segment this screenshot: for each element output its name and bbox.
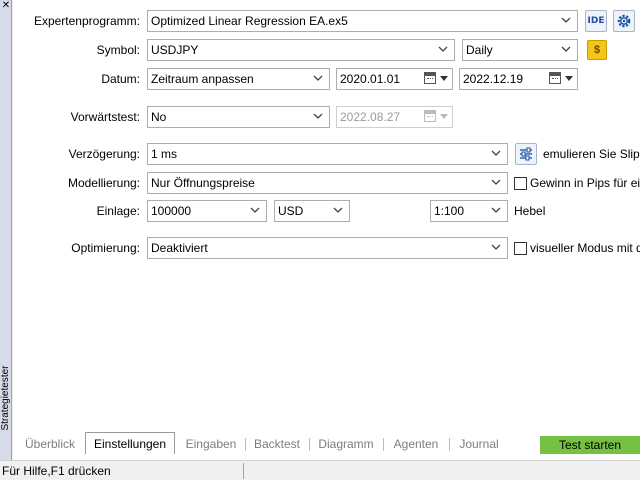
deposit-amount-select[interactable]: 100000: [147, 200, 267, 222]
visual-mode-text: visueller Modus mit der: [530, 241, 640, 255]
tab-settings[interactable]: Einstellungen: [85, 432, 175, 454]
tab-inputs[interactable]: Eingaben: [179, 434, 243, 454]
symbol-label: Symbol:: [96, 43, 140, 57]
tab-separator: [309, 438, 310, 451]
forward-select[interactable]: No: [147, 106, 330, 128]
currency-select[interactable]: USD: [274, 200, 350, 222]
chevron-down-icon: [250, 201, 262, 221]
date-range-value: Zeitraum anpassen: [151, 72, 254, 86]
optimization-select[interactable]: Deaktiviert: [147, 237, 508, 259]
symbol-value: USDJPY: [151, 43, 199, 57]
currency-icon: $: [593, 44, 601, 56]
chevron-down-icon: [491, 238, 503, 258]
date-to-value: 2022.12.19: [463, 72, 524, 86]
leverage-select[interactable]: 1:100: [430, 200, 508, 222]
date-label: Datum:: [101, 72, 140, 86]
dropdown-arrow-icon: [440, 76, 448, 81]
chevron-down-icon: [491, 201, 503, 221]
tab-chart[interactable]: Diagramm: [312, 434, 380, 454]
modeling-select[interactable]: Nur Öffnungspreise: [147, 172, 508, 194]
chevron-down-icon: [491, 144, 503, 164]
deposit-label: Einlage:: [96, 204, 140, 218]
tab-backtest[interactable]: Backtest: [248, 434, 306, 454]
chevron-down-icon: [313, 69, 325, 89]
leverage-value: 1:100: [434, 204, 465, 218]
settings-panel: Expertenprogramm: Optimized Linear Regre…: [13, 0, 640, 460]
date-from-field[interactable]: 2020.01.01: [336, 68, 453, 90]
status-separator: [243, 463, 244, 479]
expert-select[interactable]: Optimized Linear Regression EA.ex5: [147, 10, 578, 32]
tab-journal[interactable]: Journal: [452, 434, 506, 454]
side-panel-title-text: Strategietester: [0, 365, 11, 431]
modeling-label: Modellierung:: [67, 176, 140, 190]
date-to-field[interactable]: 2022.12.19: [459, 68, 578, 90]
forward-date-picker: [424, 109, 450, 125]
delay-select[interactable]: 1 ms: [147, 143, 508, 165]
leverage-label: Hebel: [514, 204, 546, 218]
chevron-down-icon: [313, 107, 325, 127]
date-from-value: 2020.01.01: [340, 72, 401, 86]
sliders-icon: [520, 147, 532, 161]
date-to-picker[interactable]: [549, 71, 575, 87]
slippage-text: emulieren Sie Slippag: [543, 147, 640, 161]
symbol-select[interactable]: USDJPY: [147, 39, 455, 61]
tab-bar: Überblick Einstellungen Eingaben Backtes…: [13, 432, 640, 456]
dropdown-arrow-icon: [565, 76, 573, 81]
period-value: Daily: [466, 43, 493, 57]
chevron-down-icon: [333, 201, 345, 221]
dropdown-arrow-icon: [440, 114, 448, 119]
ide-button[interactable]: IDE: [585, 10, 607, 32]
expert-label: Expertenprogramm:: [33, 14, 140, 28]
pips-checkbox[interactable]: [514, 177, 527, 190]
expert-settings-button[interactable]: [613, 10, 635, 32]
close-icon[interactable]: ✕: [1, 1, 11, 11]
modeling-value: Nur Öffnungspreise: [151, 176, 255, 190]
period-select[interactable]: Daily: [462, 39, 578, 61]
status-bar: Für Hilfe,F1 drücken: [0, 460, 640, 480]
forward-date-field: 2022.08.27: [336, 106, 453, 128]
ide-icon: IDE: [587, 16, 605, 26]
forward-value: No: [151, 110, 167, 124]
tab-separator: [383, 438, 384, 451]
chevron-down-icon: [561, 40, 573, 60]
tab-separator: [449, 438, 450, 451]
optimization-value: Deaktiviert: [151, 241, 208, 255]
side-panel-title[interactable]: Strategietester: [0, 358, 12, 438]
pips-text: Gewinn in Pips für eine: [530, 176, 640, 190]
chevron-down-icon: [491, 173, 503, 193]
tab-separator: [245, 438, 246, 451]
calendar-icon: [424, 72, 436, 84]
delay-label: Verzögerung:: [68, 147, 140, 161]
date-range-select[interactable]: Zeitraum anpassen: [147, 68, 330, 90]
delay-value: 1 ms: [151, 147, 178, 161]
date-from-picker[interactable]: [424, 71, 450, 87]
symbol-spec-button[interactable]: $: [587, 40, 607, 60]
chevron-down-icon: [561, 11, 573, 31]
forward-label: Vorwärtstest:: [70, 110, 140, 124]
slippage-settings-button[interactable]: [515, 143, 537, 165]
start-test-button[interactable]: Test starten: [540, 436, 640, 454]
forward-date-value: 2022.08.27: [340, 110, 401, 124]
calendar-icon: [549, 72, 561, 84]
side-panel-strip: ✕ Strategietester: [0, 0, 12, 460]
currency-value: USD: [278, 204, 304, 218]
chevron-down-icon: [438, 40, 450, 60]
visual-mode-checkbox[interactable]: [514, 242, 527, 255]
optimization-label: Optimierung:: [71, 241, 140, 255]
settings-gear-icon: [617, 14, 631, 28]
tab-overview[interactable]: Überblick: [19, 434, 81, 454]
deposit-amount-value: 100000: [151, 204, 192, 218]
status-text: Für Hilfe,F1 drücken: [2, 464, 111, 478]
tab-agents[interactable]: Agenten: [386, 434, 446, 454]
calendar-icon: [424, 110, 436, 122]
expert-value: Optimized Linear Regression EA.ex5: [151, 14, 348, 28]
